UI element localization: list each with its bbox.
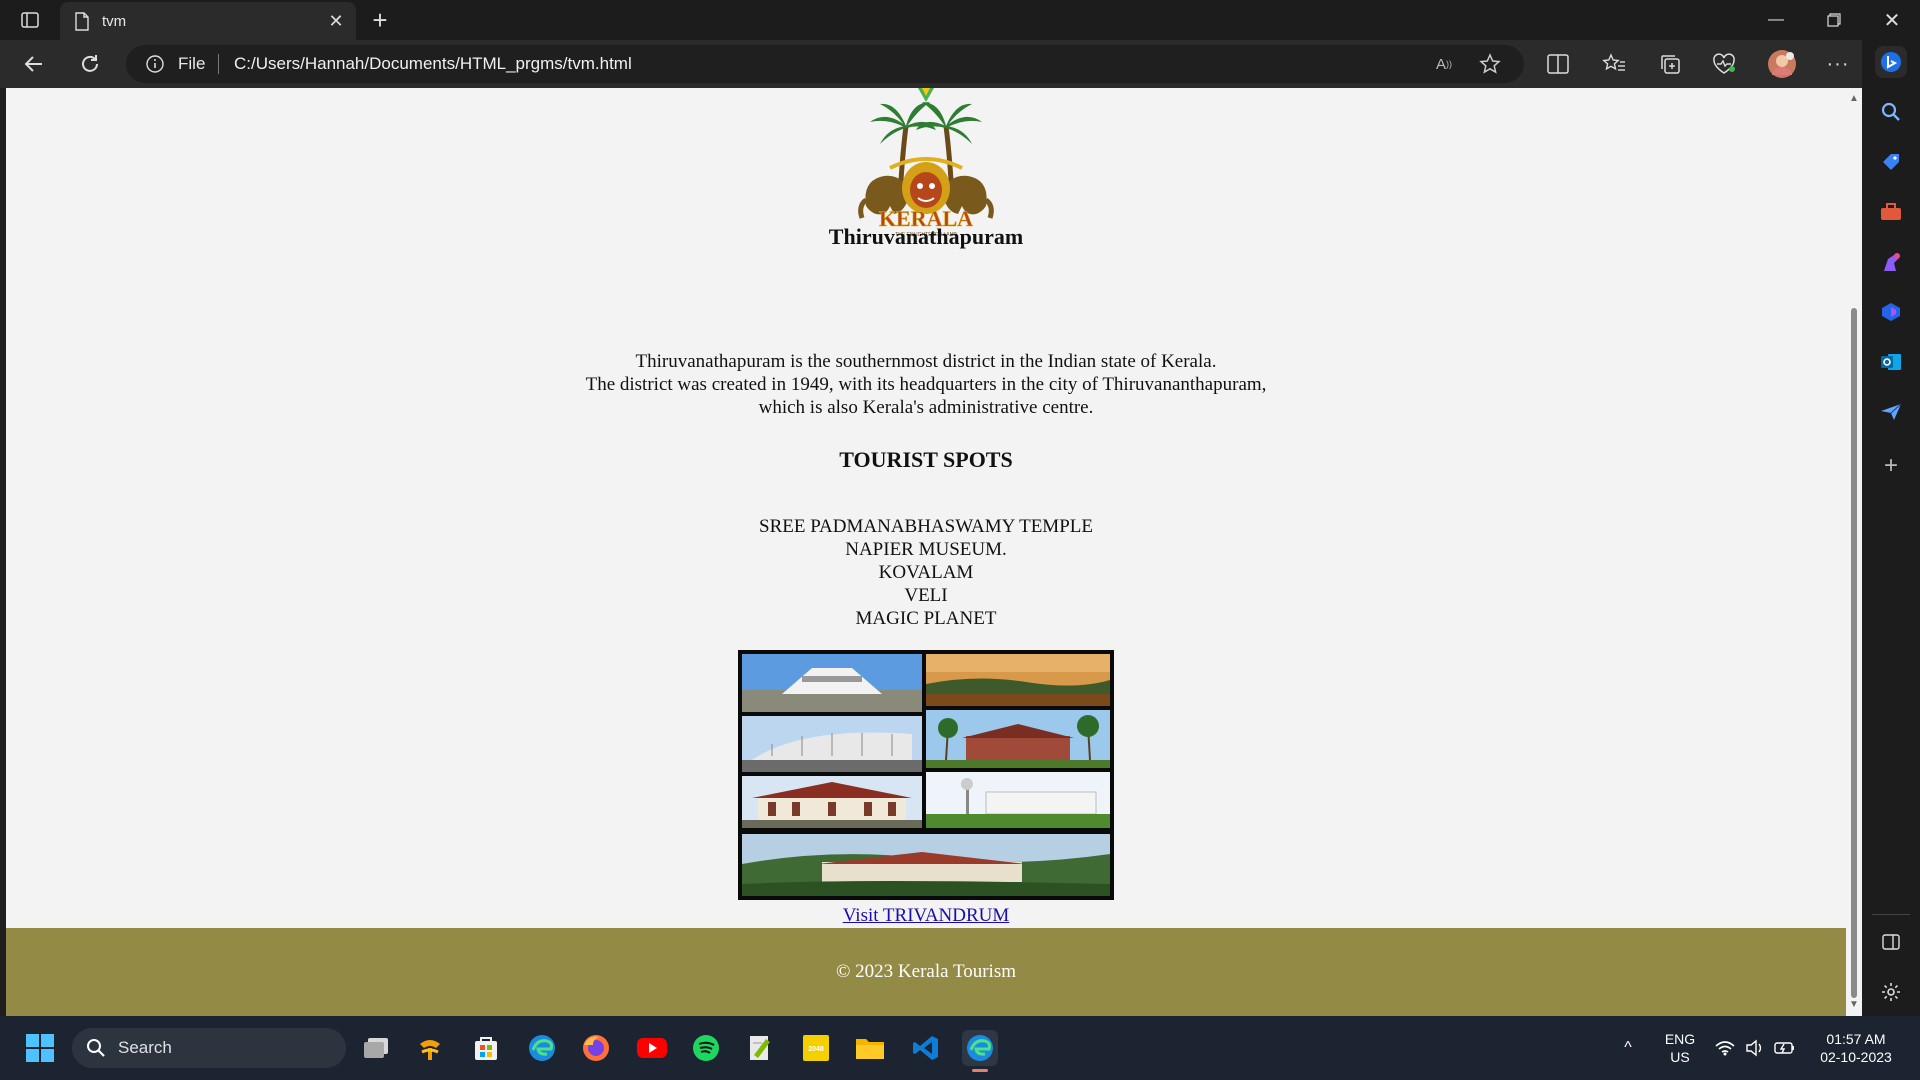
- edge-sidebar: +: [1862, 40, 1920, 1016]
- restore-button[interactable]: [1806, 0, 1862, 40]
- windows-start-icon[interactable]: [22, 1030, 58, 1066]
- show-hidden-icons-chevron[interactable]: ^: [1614, 1030, 1642, 1066]
- info-icon[interactable]: [146, 55, 164, 73]
- list-item: KOVALAM: [878, 562, 974, 583]
- collage-photo-white-palace: [926, 772, 1110, 828]
- search-placeholder: Search: [118, 1038, 172, 1057]
- shopping-tag-icon[interactable]: [1879, 150, 1903, 174]
- address-url[interactable]: C:/Users/Hannah/Documents/HTML_prgms/tvm…: [234, 54, 632, 74]
- clock-time: 01:57 AM: [1826, 1031, 1886, 1047]
- taskbar-search-box[interactable]: Search: [72, 1028, 346, 1068]
- list-item: NAPIER MUSEUM.: [845, 539, 1007, 560]
- tourist-spots-heading: TOURIST SPOTS: [839, 447, 1013, 472]
- collage-photo-modern-building: [742, 716, 922, 772]
- description-line: which is also Kerala's administrative ce…: [758, 397, 1094, 418]
- send-drop-icon[interactable]: [1879, 400, 1903, 424]
- collage-photo-museum-palms: [926, 710, 1110, 768]
- notepad-app-icon[interactable]: [742, 1030, 778, 1066]
- collage-photo-palace-hills: [742, 834, 1110, 896]
- new-tab-button[interactable]: +: [366, 5, 394, 35]
- minimize-button[interactable]: —: [1748, 0, 1804, 40]
- language-code: ENG: [1664, 1031, 1696, 1047]
- page-title: Thiruvanathapuram: [828, 224, 1024, 249]
- collage-photo-sunset-beach: [926, 654, 1110, 706]
- page-viewport: KERALA THE ENLIGHTENED LAND Thiruvanatha…: [6, 88, 1846, 1016]
- scroll-up-arrow[interactable]: ▲: [1849, 94, 1859, 104]
- copilot-icon[interactable]: [1875, 46, 1907, 78]
- visit-trivandrum-link[interactable]: Visit TRIVANDRUM: [843, 905, 1010, 926]
- language-indicator[interactable]: ENG US: [1660, 1030, 1700, 1066]
- scrollbar-thumb[interactable]: [1851, 308, 1857, 998]
- file-explorer-icon[interactable]: [852, 1030, 888, 1066]
- wifi-icon[interactable]: [1712, 1030, 1738, 1066]
- split-screen-icon[interactable]: [1540, 48, 1576, 80]
- list-item: MAGIC PLANET: [855, 608, 997, 629]
- tools-briefcase-icon[interactable]: [1879, 200, 1903, 224]
- hide-sidebar-icon[interactable]: [1879, 930, 1903, 954]
- widgets-icon[interactable]: [412, 1030, 448, 1066]
- refresh-button[interactable]: [72, 48, 108, 80]
- firefox-icon[interactable]: [578, 1030, 614, 1066]
- spotify-icon[interactable]: [688, 1030, 724, 1066]
- search-icon[interactable]: [1879, 100, 1903, 124]
- task-view-icon[interactable]: [358, 1030, 394, 1066]
- vscode-icon[interactable]: [908, 1030, 944, 1066]
- tourist-spots-list: SREE PADMANABHASWAMY TEMPLE NAPIER MUSEU…: [6, 515, 1846, 630]
- profile-avatar[interactable]: [1764, 48, 1800, 80]
- clock[interactable]: 01:57 AM 02-10-2023: [1806, 1030, 1906, 1066]
- tab-actions-icon[interactable]: [14, 8, 46, 32]
- title-bar: tvm ✕ + — ✕: [0, 0, 1920, 40]
- back-button[interactable]: [16, 48, 52, 80]
- collage-photo-tower: [742, 654, 922, 712]
- edge-active-taskbar-icon[interactable]: [962, 1030, 998, 1072]
- visit-link-row: Visit TRIVANDRUM: [6, 905, 1846, 927]
- svg-text:2048: 2048: [808, 1046, 824, 1053]
- game-2048-icon[interactable]: 2048: [798, 1030, 834, 1066]
- microsoft-store-icon[interactable]: [468, 1030, 504, 1066]
- list-item: SREE PADMANABHASWAMY TEMPLE: [759, 516, 1093, 537]
- youtube-icon[interactable]: [634, 1030, 670, 1066]
- description-line: Thiruvanathapuram is the southernmost di…: [635, 351, 1217, 372]
- favorite-star-icon[interactable]: [1478, 52, 1502, 76]
- microsoft-365-icon[interactable]: [1879, 300, 1903, 324]
- collage-photo-temple-front: [742, 776, 922, 828]
- address-scheme: File: [178, 54, 206, 73]
- clock-date: 02-10-2023: [1820, 1049, 1892, 1065]
- page-content: KERALA THE ENLIGHTENED LAND Thiruvanatha…: [6, 88, 1846, 1016]
- address-separator: [218, 54, 219, 74]
- add-sidebar-app-icon[interactable]: +: [1879, 452, 1903, 479]
- district-description: Thiruvanathapuram is the southernmost di…: [6, 350, 1846, 419]
- tourist-spots-collage: [738, 650, 1114, 900]
- battery-icon[interactable]: [1772, 1030, 1798, 1066]
- collections-icon[interactable]: [1652, 48, 1688, 80]
- edge-taskbar-icon[interactable]: [524, 1030, 560, 1066]
- read-aloud-icon[interactable]: A)): [1432, 52, 1456, 76]
- close-window-button[interactable]: ✕: [1864, 0, 1920, 40]
- volume-icon[interactable]: [1742, 1030, 1768, 1066]
- active-app-indicator: [972, 1069, 988, 1072]
- settings-gear-icon[interactable]: [1879, 980, 1903, 1004]
- list-item: VELI: [904, 585, 948, 606]
- description-line: The district was created in 1949, with i…: [585, 374, 1267, 395]
- document-icon: [75, 11, 89, 31]
- browser-toolbar: File C:/Users/Hannah/Documents/HTML_prgm…: [0, 40, 1920, 88]
- close-tab-icon[interactable]: ✕: [324, 9, 348, 33]
- favorites-icon[interactable]: [1596, 48, 1632, 80]
- browser-tab[interactable]: tvm ✕: [60, 2, 356, 40]
- vertical-scrollbar[interactable]: ▲ ▼: [1846, 88, 1862, 1016]
- sidebar-divider: [1872, 914, 1910, 915]
- outlook-icon[interactable]: [1879, 350, 1903, 374]
- tab-title: tvm: [102, 12, 127, 30]
- windows-taskbar: Search 2048 ^ ENG US 01:57 AM 02-10-2023: [0, 1016, 1920, 1080]
- search-icon: [87, 1039, 105, 1057]
- region-code: US: [1670, 1049, 1690, 1065]
- address-bar[interactable]: File C:/Users/Hannah/Documents/HTML_prgm…: [126, 45, 1524, 83]
- browser-essentials-icon[interactable]: [1706, 48, 1742, 80]
- footer-copyright: © 2023 Kerala Tourism: [835, 961, 1017, 982]
- page-footer: © 2023 Kerala Tourism: [6, 928, 1846, 1016]
- scroll-down-arrow[interactable]: ▼: [1849, 1000, 1859, 1010]
- more-options-icon[interactable]: ···: [1820, 48, 1856, 80]
- games-icon[interactable]: [1879, 250, 1903, 274]
